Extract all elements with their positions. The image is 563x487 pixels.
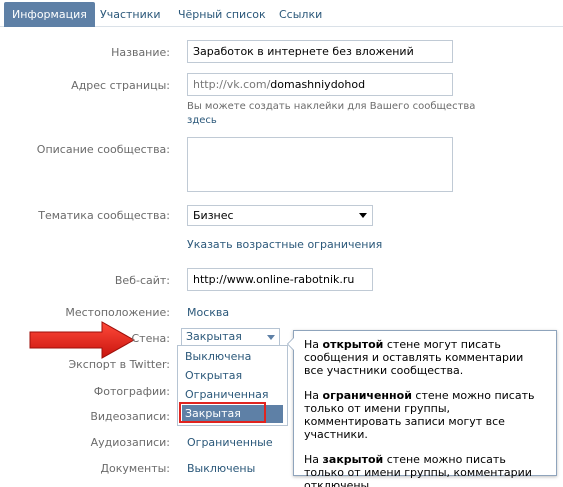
sticker-hint-text: Вы можете создать наклейки для Вашего со…	[187, 101, 476, 112]
selection-highlight	[179, 402, 266, 423]
wall-value: Закрытая	[186, 330, 242, 343]
name-label: Название:	[111, 46, 170, 59]
red-arrow-icon	[29, 321, 136, 359]
theme-value: Бизнес	[193, 209, 234, 222]
chevron-down-icon	[267, 335, 275, 340]
name-input[interactable]: Заработок в интернете без вложений	[187, 40, 453, 63]
website-value: http://www.online-rabotnik.ru	[193, 273, 355, 286]
website-input[interactable]: http://www.online-rabotnik.ru	[187, 268, 373, 291]
photos-label: Фотографии:	[93, 385, 170, 398]
audio-label: Аудиозаписи:	[90, 436, 170, 449]
twitter-label: Экспорт в Twitter:	[68, 358, 170, 371]
tooltip-closed: На закрытой стене можно писать только от…	[304, 453, 532, 487]
videos-label: Видеозаписи:	[90, 410, 170, 423]
address-label: Адрес страницы:	[71, 79, 170, 92]
tab-links[interactable]: Ссылки	[271, 3, 330, 27]
chevron-down-icon	[359, 213, 367, 218]
tooltip-limited: На ограниченной стене можно писать тольк…	[304, 389, 535, 441]
sticker-hint: Вы можете создать наклейки для Вашего со…	[187, 100, 475, 128]
docs-link[interactable]: Выключены	[187, 462, 255, 475]
address-input[interactable]: http://vk.com/domashniydohod	[187, 73, 453, 96]
wall-option-disabled[interactable]: Выключена	[182, 348, 283, 366]
tooltip-open: На открытой стене могут писать сообщения…	[304, 338, 524, 377]
tab-information[interactable]: Информация	[4, 2, 95, 27]
wall-label: Стена:	[131, 332, 171, 345]
wall-select[interactable]: Закрытая	[181, 328, 280, 346]
location-label: Местоположение:	[65, 306, 170, 319]
address-prefix: http://vk.com/	[193, 78, 271, 91]
tab-blacklist[interactable]: Чёрный список	[170, 3, 274, 27]
theme-select[interactable]: Бизнес	[187, 205, 373, 226]
wall-tooltip: На открытой стене могут писать сообщения…	[287, 330, 557, 487]
audio-link[interactable]: Ограниченные	[187, 436, 273, 449]
docs-label: Документы:	[100, 462, 170, 475]
name-value: Заработок в интернете без вложений	[193, 45, 414, 58]
tab-members[interactable]: Участники	[92, 3, 169, 27]
location-link[interactable]: Москва	[187, 306, 229, 319]
wall-option-open[interactable]: Открытая	[182, 367, 283, 385]
sticker-link[interactable]: здесь	[187, 115, 217, 126]
tab-bar: Информация Участники Чёрный список Ссылк…	[0, 0, 563, 27]
website-label: Веб-сайт:	[114, 274, 170, 287]
address-value: domashniydohod	[270, 78, 366, 91]
description-textarea[interactable]	[187, 137, 453, 192]
age-limits-link[interactable]: Указать возрастные ограничения	[187, 238, 382, 251]
description-label: Описание сообщества:	[36, 143, 170, 156]
theme-label: Тематика сообщества:	[38, 209, 170, 222]
